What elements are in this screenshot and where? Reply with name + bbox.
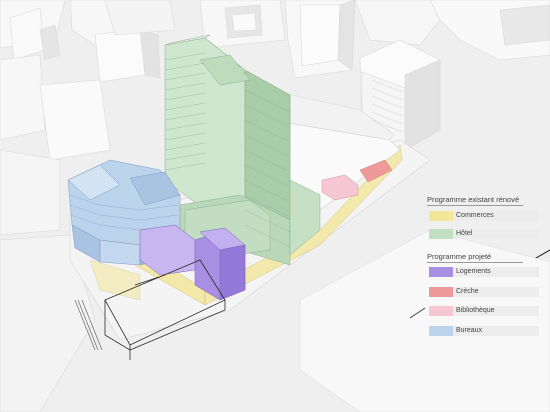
legend-item-commerces: Commerces bbox=[429, 211, 539, 221]
logements-swatch bbox=[429, 267, 453, 277]
legend-item-hotel: Hôtel bbox=[429, 229, 539, 239]
legend-label-bureaux: Bureaux bbox=[456, 327, 483, 334]
commerces-swatch bbox=[429, 211, 453, 221]
creche-swatch bbox=[429, 287, 453, 297]
legend-label-bibliotheque: Bibliothèque bbox=[456, 307, 495, 314]
legend-label-commerces: Commerces bbox=[456, 212, 494, 219]
bibliotheque-swatch bbox=[429, 306, 453, 316]
legend-existing-title-text: Programme existant rénové bbox=[427, 195, 520, 204]
legend-item-creche: Crèche bbox=[429, 287, 539, 297]
legend-item-bibliotheque: Bibliothèque bbox=[429, 306, 539, 316]
legend-label-hotel: Hôtel bbox=[456, 230, 473, 237]
legend-item-logements: Logements bbox=[429, 267, 539, 277]
legend-existing-title: Programme existant rénové bbox=[427, 195, 523, 206]
axonometric-scene bbox=[0, 0, 550, 412]
axonometric-diagram: Programme existant rénové Commerces Hôte… bbox=[0, 0, 550, 412]
legend-item-bureaux: Bureaux bbox=[429, 326, 539, 336]
legend-projected-title: Programme projeté bbox=[427, 252, 523, 263]
bureaux-swatch bbox=[429, 326, 453, 336]
legend-label-logements: Logements bbox=[456, 268, 491, 275]
legend-projected-title-text: Programme projeté bbox=[427, 252, 492, 261]
hotel-swatch bbox=[429, 229, 453, 239]
legend-label-creche: Crèche bbox=[456, 288, 479, 295]
